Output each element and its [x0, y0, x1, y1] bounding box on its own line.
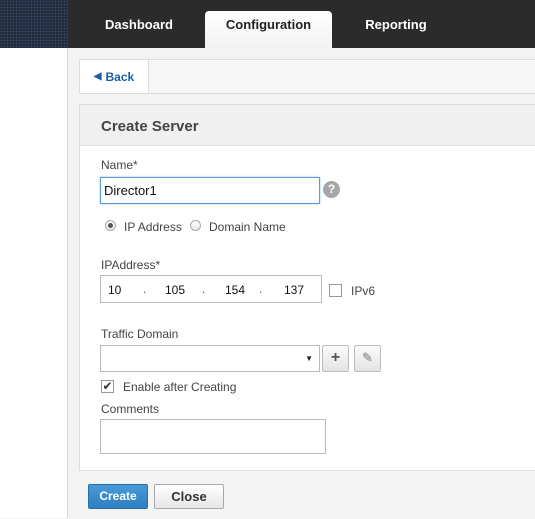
tab-reporting[interactable]: Reporting — [352, 0, 440, 48]
back-bar: ◀ Back — [79, 59, 535, 94]
brand-logo — [0, 0, 68, 48]
add-traffic-domain-button[interactable]: + — [322, 345, 349, 372]
left-sidebar — [0, 48, 68, 518]
ip-address-radio[interactable] — [105, 220, 116, 231]
ipv6-label: IPv6 — [351, 284, 376, 298]
tab-dashboard[interactable]: Dashboard — [95, 0, 183, 48]
plus-icon: + — [330, 349, 341, 366]
enable-after-creating-label: Enable after Creating — [123, 380, 237, 394]
ipv6-checkbox[interactable] — [329, 284, 342, 297]
domain-name-radio[interactable] — [190, 220, 201, 231]
ipaddress-label: IPAddress* — [101, 258, 161, 272]
traffic-domain-select[interactable]: ▼ — [100, 345, 320, 372]
ip-octet-1[interactable]: 10 — [108, 283, 121, 297]
back-button[interactable]: ◀ Back — [80, 60, 149, 93]
panel-title: Create Server — [101, 118, 199, 135]
name-label: Name* — [101, 158, 138, 172]
ip-octet-4[interactable]: 137 — [284, 283, 304, 297]
top-nav-bar: Dashboard Configuration Reporting — [0, 0, 535, 51]
enable-after-creating-checkbox[interactable]: ✔ — [101, 380, 114, 393]
tab-configuration[interactable]: Configuration — [205, 11, 332, 51]
traffic-domain-label: Traffic Domain — [101, 327, 179, 341]
pencil-icon: ✎ — [362, 350, 373, 365]
ip-octet-2[interactable]: 105 — [165, 283, 185, 297]
arrow-left-icon: ◀ — [93, 71, 102, 82]
ip-separator-2: . — [202, 282, 206, 296]
panel-header: Create Server — [80, 105, 535, 146]
caret-down-icon: ▼ — [305, 354, 313, 363]
close-button[interactable]: Close — [154, 484, 224, 509]
help-icon[interactable]: ? — [323, 181, 340, 198]
ip-address-radio-label: IP Address — [124, 220, 182, 234]
ip-separator-1: . — [143, 282, 147, 296]
create-button[interactable]: Create — [88, 484, 148, 509]
checkmark-icon: ✔ — [102, 379, 113, 393]
comments-textarea[interactable] — [100, 419, 326, 454]
back-button-label: Back — [105, 69, 135, 84]
name-input[interactable]: Director1 — [100, 177, 320, 204]
ip-address-input[interactable]: 10 . 105 . 154 . 137 — [100, 275, 322, 303]
edit-traffic-domain-button[interactable]: ✎ — [354, 345, 381, 372]
comments-label: Comments — [101, 402, 160, 416]
domain-name-radio-label: Domain Name — [209, 220, 286, 234]
ip-separator-3: . — [259, 282, 263, 296]
ip-octet-3[interactable]: 154 — [225, 283, 245, 297]
create-server-panel: Create Server — [79, 104, 535, 518]
